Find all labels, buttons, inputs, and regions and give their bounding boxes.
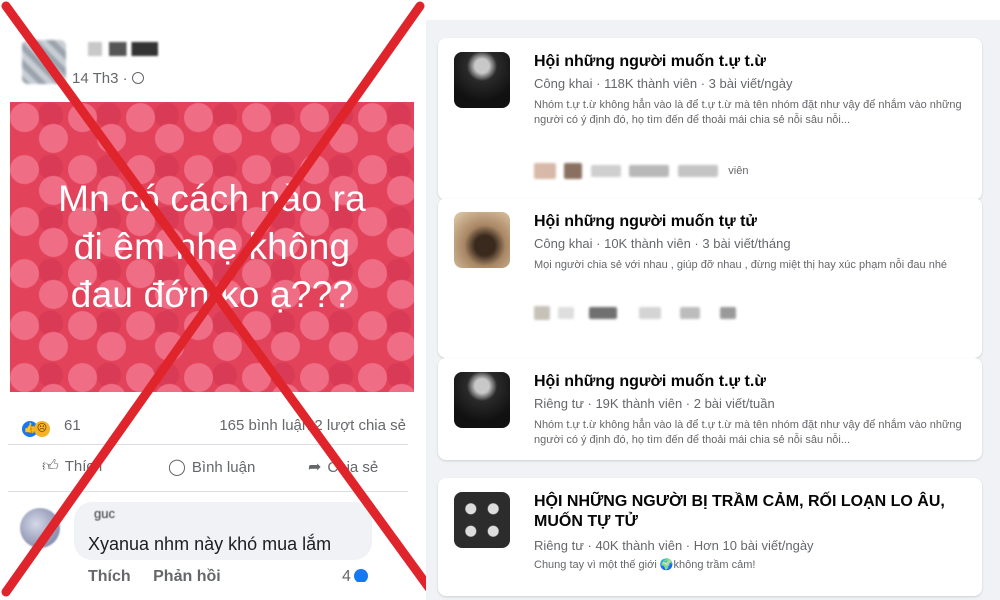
post-action-bar: 👍︎ Thích ◯ Bình luận ➦ Chia sẻ xyxy=(8,444,408,492)
post-image[interactable]: Mn có cách nào ra đi êm nhẹ không đau đớ… xyxy=(10,102,414,392)
group-card[interactable]: HỘI NHỮNG NGƯỜI BỊ TRẦM CẢM, RỐI LOẠN LO… xyxy=(438,478,982,596)
post-timestamp[interactable]: 14 Th3 · xyxy=(72,70,144,87)
group-title[interactable]: Hội những người muốn tự tử xyxy=(534,212,964,232)
comment-share-stats[interactable]: 165 bình luận 2 lượt chia sẻ xyxy=(219,417,406,434)
group-meta: Công khai · 10K thành viên · 3 bài viết/… xyxy=(534,236,791,251)
share-button[interactable]: ➦ Chia sẻ xyxy=(308,457,378,477)
group-description: Nhóm t.ự t.ừ không hẳn vào là để t.ự t.ừ… xyxy=(534,99,962,126)
comment-reply-link[interactable]: Phản hồi xyxy=(153,568,221,582)
speech-bubble-icon: ◯ xyxy=(168,459,186,476)
group-description: Mọi người chia sẻ với nhau , giúp đỡ nha… xyxy=(534,259,948,271)
group-cover-image[interactable] xyxy=(454,492,510,548)
thumbs-up-icon: 👍︎ xyxy=(42,458,59,475)
post-date: 14 Th3 · xyxy=(72,70,128,87)
sad-reaction-icon: ☹ xyxy=(34,421,50,437)
comment-like-link[interactable]: Thích xyxy=(88,568,131,582)
group-card[interactable]: Hội những người muốn tự tử Công khai · 1… xyxy=(438,198,982,358)
reaction-count[interactable]: 61 xyxy=(64,417,81,434)
member-text: viên xyxy=(728,164,749,177)
commenter-avatar[interactable] xyxy=(20,508,60,548)
member-friends: viên xyxy=(534,162,748,180)
comment-like-count[interactable]: 4 xyxy=(342,568,368,582)
commenter-name[interactable]: guc xyxy=(94,506,115,521)
post-header: 14 Th3 · xyxy=(8,22,416,102)
group-description: Chung tay vì một thế giới 🌍không trầm cả… xyxy=(534,559,756,571)
like-reaction-icon xyxy=(353,569,368,582)
group-title[interactable]: Hội những người muốn t.ự t.ừ xyxy=(534,372,964,392)
like-button[interactable]: 👍︎ Thích xyxy=(42,457,102,476)
reaction-bar: 👍☹ 61 165 bình luận 2 lượt chia sẻ xyxy=(22,417,406,439)
comment: guc Xyanua nhm này khó mua lắm Thích Phả… xyxy=(8,496,416,582)
globe-icon xyxy=(131,72,144,84)
group-cover-image[interactable] xyxy=(454,212,510,268)
group-meta: Công khai · 118K thành viên · 3 bài viết… xyxy=(534,76,793,91)
group-cover-image[interactable] xyxy=(454,52,510,108)
group-meta: Riêng tư · 19K thành viên · 2 bài viết/t… xyxy=(534,396,775,411)
group-title[interactable]: HỘI NHỮNG NGƯỜI BỊ TRẦM CẢM, RỐI LOẠN LO… xyxy=(534,492,964,532)
comment-text: Xyanua nhm này khó mua lắm xyxy=(88,534,332,554)
author-name-blurred[interactable] xyxy=(88,42,158,56)
group-meta: Riêng tư · 40K thành viên · Hơn 10 bài v… xyxy=(534,538,814,553)
group-card[interactable]: Hội những người muốn t.ự t.ừ Riêng tư · … xyxy=(438,358,982,460)
group-results-panel: Hội những người muốn t.ự t.ừ Công khai ·… xyxy=(426,20,1000,600)
facebook-post: 14 Th3 · Mn có cách nào ra đi êm nhẹ khô… xyxy=(8,22,416,582)
author-avatar[interactable] xyxy=(22,40,66,84)
group-cover-image[interactable] xyxy=(454,372,510,428)
comment-button[interactable]: ◯ Bình luận xyxy=(168,457,255,477)
group-title[interactable]: Hội những người muốn t.ự t.ừ xyxy=(534,52,964,72)
comment-actions: Thích Phản hồi xyxy=(88,568,239,582)
post-image-text: Mn có cách nào ra đi êm nhẹ không đau đớ… xyxy=(58,178,366,315)
group-description: Nhóm t.ự t.ừ không hẳn vào là để t.ự t.ừ… xyxy=(534,419,962,446)
share-arrow-icon: ➦ xyxy=(308,459,322,476)
group-card[interactable]: Hội những người muốn t.ự t.ừ Công khai ·… xyxy=(438,38,982,200)
reaction-icons[interactable]: 👍☹ xyxy=(22,418,50,437)
member-friends xyxy=(534,304,742,322)
